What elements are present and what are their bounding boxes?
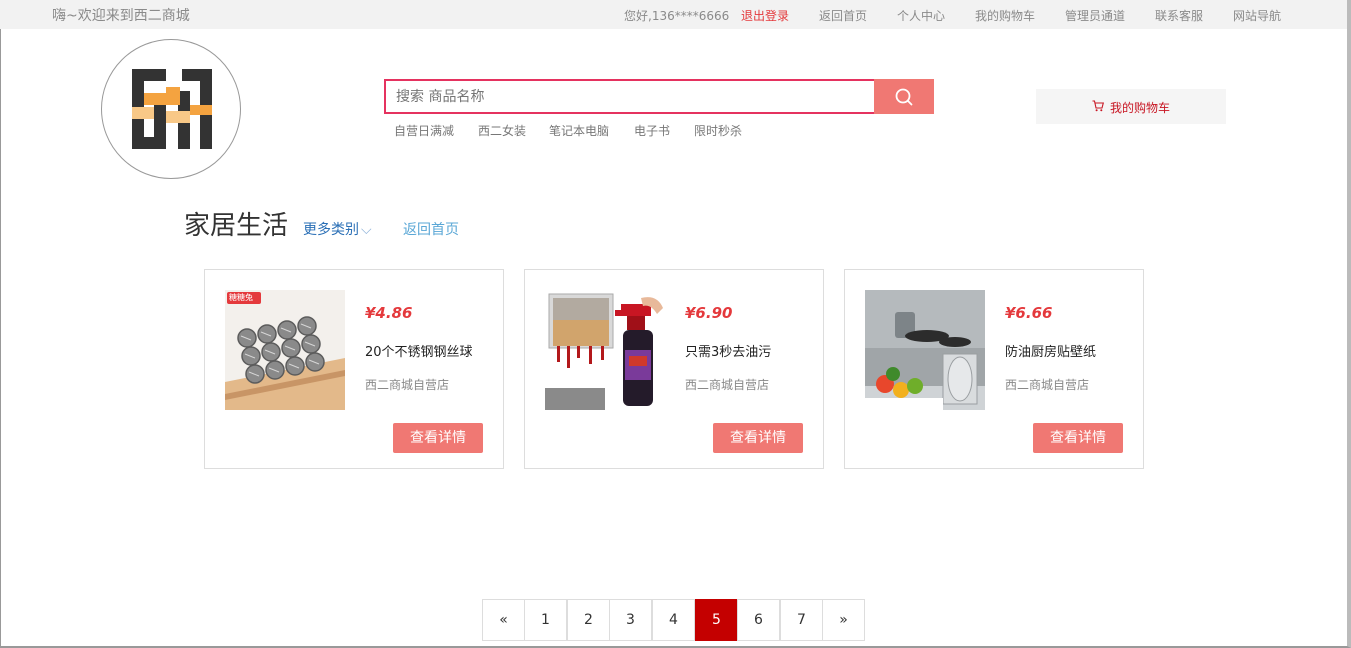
- product-price: ¥4.86: [365, 304, 413, 322]
- back-home-link[interactable]: 返回首页: [403, 219, 459, 239]
- view-details-button[interactable]: 查看详情: [1033, 423, 1123, 453]
- search-bar: [384, 79, 934, 114]
- page-button[interactable]: 2: [567, 599, 610, 641]
- category-title: 家居生活: [184, 211, 289, 241]
- product-name[interactable]: 防油厨房贴壁纸: [1005, 341, 1096, 360]
- more-categories-label: 更多类别: [303, 222, 359, 238]
- page-button[interactable]: 6: [737, 599, 780, 641]
- user-greeting: 您好,136****6666: [624, 9, 730, 23]
- top-bar: 嗨~欢迎来到西二商城 您好,136****6666 退出登录 返回首页 个人中心…: [0, 0, 1347, 29]
- product-badge: 糖糖兔: [229, 293, 253, 302]
- page-button[interactable]: 3: [609, 599, 652, 641]
- my-cart-link[interactable]: 我的购物车: [975, 7, 1035, 24]
- next-page-button[interactable]: »: [822, 599, 865, 641]
- hotword-link[interactable]: 西二女装: [478, 122, 526, 139]
- product-image-kitchen-foil[interactable]: [865, 290, 985, 410]
- product-card: ¥6.90 只需3秒去油污 西二商城自营店 查看详情: [524, 269, 824, 469]
- product-image-steel-wool[interactable]: 糖糖兔: [225, 290, 345, 410]
- user-center-link[interactable]: 个人中心: [897, 7, 945, 24]
- hotword-link[interactable]: 自营日满减: [394, 122, 454, 139]
- page-button[interactable]: 4: [652, 599, 695, 641]
- more-categories-dropdown[interactable]: 更多类别 ⌵: [303, 219, 372, 239]
- site-logo[interactable]: [101, 39, 241, 179]
- customer-service-link[interactable]: 联系客服: [1155, 7, 1203, 24]
- product-image-degreaser[interactable]: [545, 290, 665, 410]
- prev-page-button[interactable]: «: [482, 599, 525, 641]
- product-name[interactable]: 20个不锈钢钢丝球: [365, 341, 473, 360]
- product-price: ¥6.66: [1005, 304, 1053, 322]
- search-input[interactable]: [384, 79, 876, 114]
- hotword-link[interactable]: 电子书: [634, 122, 670, 139]
- view-details-button[interactable]: 查看详情: [393, 423, 483, 453]
- logo-icon: [132, 69, 212, 149]
- cart-button[interactable]: 我的购物车: [1036, 89, 1226, 124]
- search-button[interactable]: [874, 79, 934, 114]
- product-shop: 西二商城自营店: [1005, 378, 1090, 392]
- cart-icon: [1092, 100, 1104, 112]
- product-card: 糖糖兔 ¥4.86 20个不锈钢钢丝球 西二商城自营店 查看详情: [204, 269, 504, 469]
- cart-label: 我的购物车: [1110, 101, 1171, 115]
- hotword-link[interactable]: 限时秒杀: [694, 122, 742, 139]
- logout-link[interactable]: 退出登录: [741, 7, 789, 24]
- chevron-down-icon: ⌵: [361, 222, 372, 238]
- product-shop: 西二商城自营店: [365, 378, 450, 392]
- site-nav-link[interactable]: 网站导航: [1233, 7, 1281, 24]
- product-price: ¥6.90: [685, 304, 733, 322]
- home-link[interactable]: 返回首页: [819, 7, 867, 24]
- page-button[interactable]: 7: [780, 599, 823, 641]
- admin-link[interactable]: 管理员通道: [1065, 7, 1125, 24]
- search-icon: [895, 88, 913, 106]
- product-name[interactable]: 只需3秒去油污: [685, 341, 771, 360]
- current-page-button[interactable]: 5: [695, 599, 738, 641]
- hotword-link[interactable]: 笔记本电脑: [549, 122, 609, 139]
- welcome-text: 嗨~欢迎来到西二商城: [52, 8, 190, 24]
- view-details-button[interactable]: 查看详情: [713, 423, 803, 453]
- product-shop: 西二商城自营店: [685, 378, 770, 392]
- page-button[interactable]: 1: [524, 599, 567, 641]
- product-card: ¥6.66 防油厨房贴壁纸 西二商城自营店 查看详情: [844, 269, 1144, 469]
